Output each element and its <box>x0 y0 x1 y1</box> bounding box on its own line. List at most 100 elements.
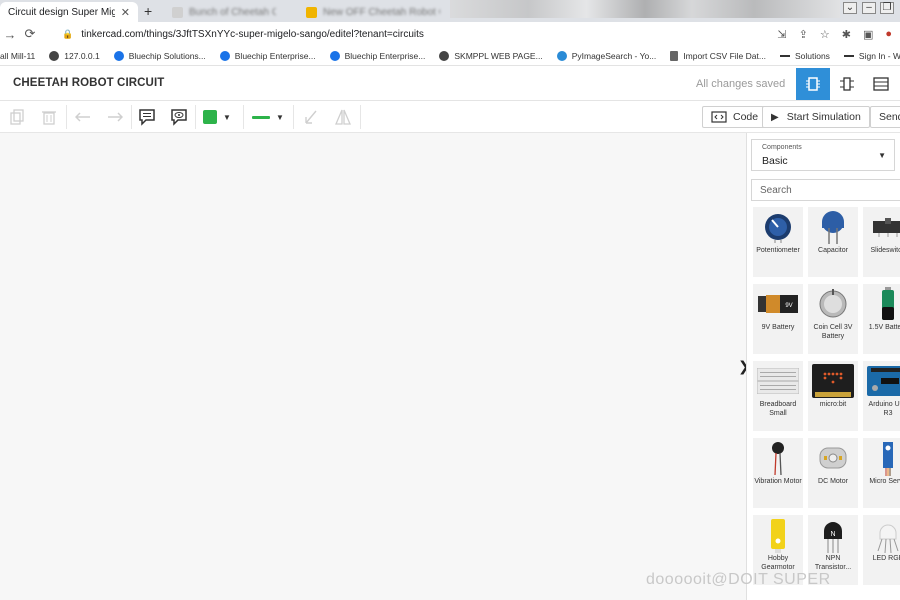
arduino-icon <box>867 366 900 396</box>
open-in-app-icon[interactable]: ⇲ <box>777 28 786 41</box>
project-title[interactable]: CHEETAH ROBOT CIRCUIT <box>13 77 164 89</box>
schematic-icon <box>840 77 854 91</box>
star-burst-icon <box>329 50 340 61</box>
bookmark-label: Solutions <box>794 50 830 61</box>
url-field[interactable]: tinkercad.com/things/3JftTSXnYYc-super-m… <box>81 29 777 40</box>
address-bar: → ⟳ 🔒 tinkercad.com/things/3JftTSXnYYc-s… <box>0 22 900 46</box>
tab-favicon-icon <box>306 6 317 18</box>
component-grid: Potentiometer Capacitor Slideswitch 9V 9… <box>753 207 900 585</box>
send-to-button[interactable]: Send <box>870 106 900 128</box>
svg-text:9V: 9V <box>785 303 792 309</box>
bookmark-item[interactable]: Solutions <box>779 50 830 61</box>
component-label: NPN Transistor... <box>814 555 852 571</box>
flip-icon[interactable] <box>331 106 355 128</box>
battery-9v-icon: 9V <box>758 295 798 313</box>
svg-text:N: N <box>830 531 835 538</box>
gearmotor-icon <box>771 519 785 553</box>
component-tile-breadboard-small[interactable]: Breadboard Small <box>753 361 803 431</box>
rgb-led-icon <box>877 524 899 553</box>
bookmark-item[interactable]: Bluechip Enterprise... <box>219 50 316 61</box>
component-tile-micro-servo[interactable]: Micro Servo <box>863 438 900 508</box>
components-dropdown[interactable]: Components Basic ▼ <box>751 139 895 171</box>
component-tile-microbit[interactable]: micro:bit <box>808 361 858 431</box>
chevron-down-icon[interactable]: ⌄ <box>843 2 857 14</box>
caret-down-icon: ▼ <box>276 112 284 122</box>
bookmark-item[interactable]: Import CSV File Dat... <box>670 50 766 61</box>
component-label: Slideswitch <box>870 247 900 254</box>
component-tile-slideswitch[interactable]: Slideswitch <box>863 207 900 277</box>
browser-tab-strip: Circuit design Super Migelo-Sang ✕ + Bun… <box>0 0 900 22</box>
bookmark-item[interactable]: Bluechip Solutions... <box>113 50 206 61</box>
bookmark-item[interactable]: 127.0.0.1 <box>49 50 100 61</box>
start-simulation-label: Start Simulation <box>786 111 861 123</box>
bookmark-label: Bluechip Solutions... <box>128 50 206 61</box>
delete-icon[interactable] <box>37 106 61 128</box>
browser-tab[interactable]: Bunch of Cheetah Circuit <box>164 2 284 22</box>
bookmark-item[interactable]: Bluechip Enterprise... <box>329 50 425 61</box>
component-tile-vibration-motor[interactable]: Vibration Motor <box>753 438 803 508</box>
rotate-icon[interactable] <box>299 106 323 128</box>
battery-aa-icon <box>882 287 894 320</box>
profile-avatar[interactable]: ● <box>885 28 892 41</box>
servo-icon <box>883 442 893 476</box>
restore-icon[interactable]: ❐ <box>880 2 894 14</box>
coin-cell-icon <box>819 289 847 318</box>
close-icon[interactable]: ✕ <box>121 6 130 19</box>
bookmark-item[interactable]: SKMPPL WEB PAGE... <box>439 50 543 61</box>
minimize-icon[interactable]: – <box>862 2 876 14</box>
bookmark-item[interactable]: PyImageSearch - Yo... <box>556 50 656 61</box>
component-tile-capacitor[interactable]: Capacitor <box>808 207 858 277</box>
chip-icon <box>806 77 820 91</box>
circuit-workplane[interactable] <box>0 133 746 600</box>
component-list-button[interactable] <box>864 68 898 100</box>
microbit-icon <box>812 364 854 398</box>
start-simulation-button[interactable]: ▶ Start Simulation <box>762 106 870 128</box>
components-dropdown-label: Components <box>762 144 802 151</box>
component-tile-potentiometer[interactable]: Potentiometer <box>753 207 803 277</box>
forward-icon[interactable]: → <box>0 27 20 42</box>
globe-icon <box>49 50 60 61</box>
reload-icon[interactable]: ⟳ <box>20 26 40 42</box>
undo-icon[interactable] <box>71 106 95 128</box>
schematic-view-button[interactable] <box>830 68 864 100</box>
lock-icon[interactable]: 🔒 <box>62 29 73 40</box>
copy-icon[interactable] <box>5 106 29 128</box>
notes-visibility-icon[interactable] <box>167 106 191 128</box>
browser-tab-active[interactable]: Circuit design Super Migelo-Sang ✕ <box>0 2 138 22</box>
browser-tab[interactable]: New OFF Cheetah Robot CCID <box>298 2 448 22</box>
component-tile-led-rgb[interactable]: LED RGB <box>863 515 900 585</box>
bookmark-star-icon[interactable]: ☆ <box>820 28 830 41</box>
transistor-icon: N <box>824 522 842 553</box>
bookmark-item[interactable]: Sign In - Webex <box>843 50 900 61</box>
wire-type-picker[interactable]: ▼ <box>252 106 290 128</box>
component-tile-1-5v-battery[interactable]: 1.5V Battery <box>863 284 900 354</box>
list-icon <box>873 77 889 91</box>
share-icon[interactable]: ⇪ <box>799 28 808 41</box>
toolbar-divider <box>360 105 361 129</box>
bookmark-label: all Mill-11 <box>0 50 36 61</box>
toolbar-divider <box>293 105 294 129</box>
component-tile-arduino-uno[interactable]: Arduino Uno R3 <box>863 361 900 431</box>
sidebar-icon[interactable]: ▣ <box>863 28 873 41</box>
notes-icon[interactable] <box>135 106 159 128</box>
components-dropdown-value: Basic <box>762 155 788 167</box>
extensions-icon[interactable]: ✱ <box>842 28 851 41</box>
save-status: All changes saved <box>696 78 786 90</box>
component-tile-coin-cell-battery[interactable]: Coin Cell 3V Battery <box>808 284 858 354</box>
code-icon <box>711 111 727 123</box>
tab-title: New OFF Cheetah Robot CCID <box>323 6 440 18</box>
bookmark-item[interactable]: all Mill-11 <box>0 51 35 61</box>
new-tab-icon[interactable]: + <box>144 3 152 19</box>
code-button[interactable]: Code <box>702 106 768 128</box>
component-label: Coin Cell 3V Battery <box>813 324 853 340</box>
component-tile-9v-battery[interactable]: 9V 9V Battery <box>753 284 803 354</box>
code-button-label: Code <box>733 111 759 123</box>
component-search-input[interactable] <box>751 179 900 201</box>
component-tile-dc-motor[interactable]: DC Motor <box>808 438 858 508</box>
wire-color-picker[interactable]: ▼ <box>203 106 241 128</box>
circuit-view-button[interactable] <box>796 68 830 100</box>
component-label: micro:bit <box>819 401 847 408</box>
bookmark-label: Sign In - Webex <box>858 50 900 61</box>
toolbar-divider <box>66 105 67 129</box>
redo-icon[interactable] <box>103 106 127 128</box>
